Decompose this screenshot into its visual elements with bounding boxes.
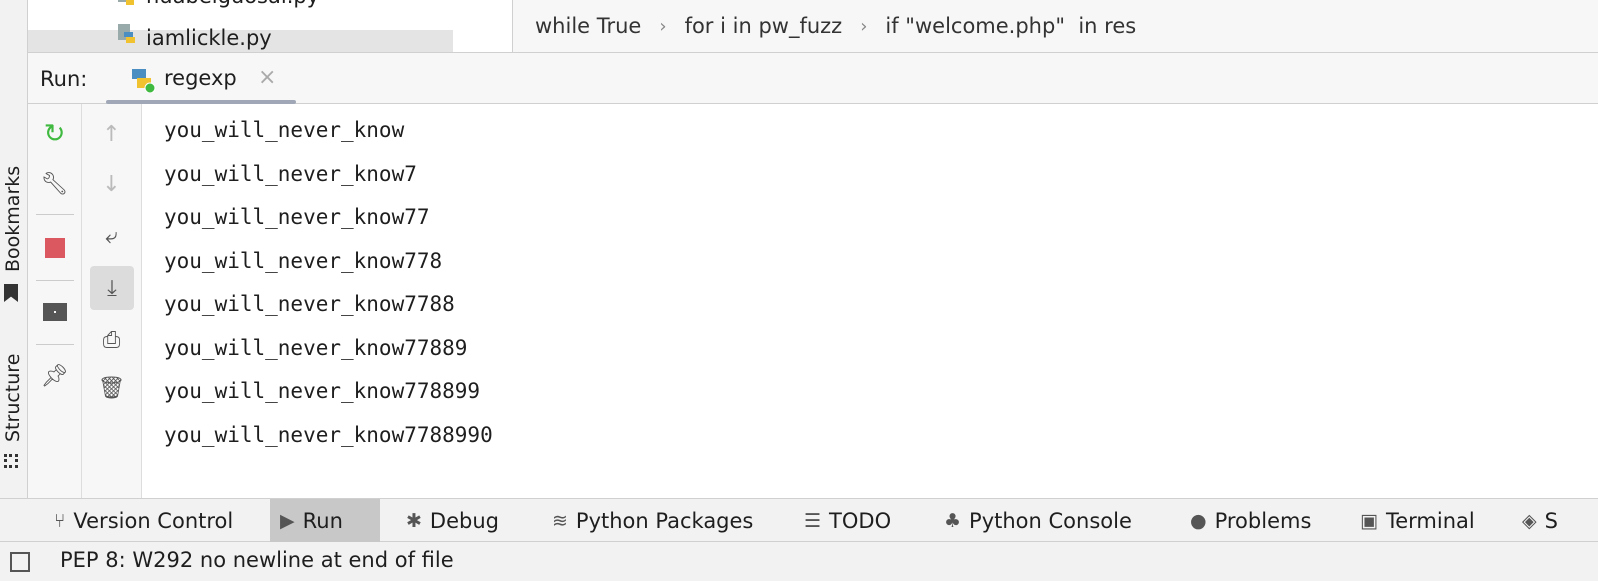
scroll-to-end-icon[interactable]: ⤓ — [90, 266, 134, 310]
trash-icon[interactable]: 🗑︎ — [82, 368, 141, 408]
pin-icon[interactable]: 📌︎ — [28, 356, 81, 396]
tool-debug[interactable]: ✱ Debug — [396, 499, 509, 542]
tool-todo[interactable]: ☰ TODO — [794, 499, 901, 542]
tool-run[interactable]: ▶ Run — [270, 499, 380, 542]
services-icon: ◈ — [1522, 509, 1537, 532]
layers-icon: ≋ — [552, 509, 568, 532]
tree-item-label: iamlickle.py — [146, 26, 272, 50]
console-line: you_will_never_know778899 — [164, 379, 481, 403]
tree-item-selected[interactable]: iamlickle.py — [28, 24, 453, 52]
layout-icon[interactable] — [28, 292, 81, 332]
breadcrumb: while True › for i in pw_fuzz › if "welcom… — [512, 0, 1598, 52]
arrow-up-icon[interactable]: ↑ — [82, 114, 141, 154]
run-header: Run: regexp × — [28, 52, 1598, 104]
console-line: you_will_never_know77 — [164, 205, 430, 229]
python-file-icon — [118, 24, 135, 43]
console-line: you_will_never_know778 — [164, 248, 443, 273]
python-icon: ♣ — [944, 509, 962, 532]
console-toolbar: ↑ ↓ ⤶ ⤓ ⎙ 🗑︎ — [82, 104, 142, 498]
left-tool-strip: Bookmarks Structure — [0, 0, 28, 498]
run-toolbar: ↻ 🔧︎ 📌︎ — [28, 104, 82, 498]
panel-toggle-icon[interactable] — [10, 552, 30, 572]
stop-icon[interactable] — [28, 228, 81, 268]
tool-problems[interactable]: ● Problems — [1180, 499, 1321, 542]
wrench-icon[interactable]: 🔧︎ — [28, 164, 81, 204]
tool-terminal[interactable]: ▣ Terminal — [1350, 499, 1485, 542]
breadcrumb-item[interactable]: for i in pw_fuzz — [685, 14, 843, 38]
structure-tab[interactable]: Structure — [2, 354, 24, 442]
console-line: you_will_never_know77889 — [164, 335, 468, 360]
run-label: Run: — [40, 67, 88, 91]
bookmark-icon — [4, 284, 18, 302]
bug-icon: ✱ — [406, 509, 422, 532]
console-output[interactable]: you_will_never_know you_will_never_know7… — [142, 104, 1598, 498]
soft-wrap-icon[interactable]: ⤶ — [82, 216, 141, 256]
rerun-icon[interactable]: ↻ — [28, 114, 81, 154]
list-icon: ☰ — [804, 509, 822, 532]
warning-icon: ● — [1190, 509, 1207, 532]
terminal-icon: ▣ — [1360, 509, 1378, 532]
console-line: you_will_never_know7 — [164, 161, 417, 186]
status-message: PEP 8: W292 no newline at end of file — [60, 548, 454, 572]
project-tree: huabeiguosai.py iamlickle.py — [28, 0, 512, 52]
tab-label: regexp — [164, 66, 237, 90]
breadcrumb-item[interactable]: if "welcome.php" in res — [885, 14, 1136, 38]
chevron-right-icon: › — [659, 15, 667, 37]
bookmarks-tab[interactable]: Bookmarks — [2, 166, 24, 272]
tool-python-packages[interactable]: ≋ Python Packages — [542, 499, 763, 542]
tool-version-control[interactable]: ⑂ Version Control — [44, 499, 243, 542]
tree-item-label: huabeiguosai.py — [146, 0, 319, 8]
breadcrumb-item[interactable]: while True — [535, 14, 641, 38]
close-icon[interactable]: × — [258, 65, 276, 90]
tree-item[interactable]: huabeiguosai.py — [28, 0, 453, 10]
tool-python-console[interactable]: ♣ Python Console — [934, 499, 1142, 542]
tab-regexp[interactable]: regexp × — [106, 53, 296, 104]
tool-window-bar: ⑂ Version Control ▶ Run ✱ Debug ≋ Python Pac… — [0, 498, 1598, 542]
print-icon[interactable]: ⎙ — [82, 320, 141, 360]
branch-icon: ⑂ — [54, 509, 66, 532]
status-bar: PEP 8: W292 no newline at end of file — [0, 542, 1598, 581]
console-line: you_will_never_know7788 — [164, 292, 455, 316]
tool-services[interactable]: ◈ S — [1512, 499, 1568, 542]
arrow-down-icon[interactable]: ↓ — [82, 164, 141, 204]
run-icon: ▶ — [280, 509, 295, 532]
python-icon — [132, 69, 156, 93]
structure-icon — [4, 454, 18, 468]
console-line: you_will_never_know — [164, 118, 405, 142]
console-line: you_will_never_know7788990 — [164, 422, 493, 447]
chevron-right-icon: › — [860, 15, 868, 37]
python-file-icon — [118, 0, 134, 5]
